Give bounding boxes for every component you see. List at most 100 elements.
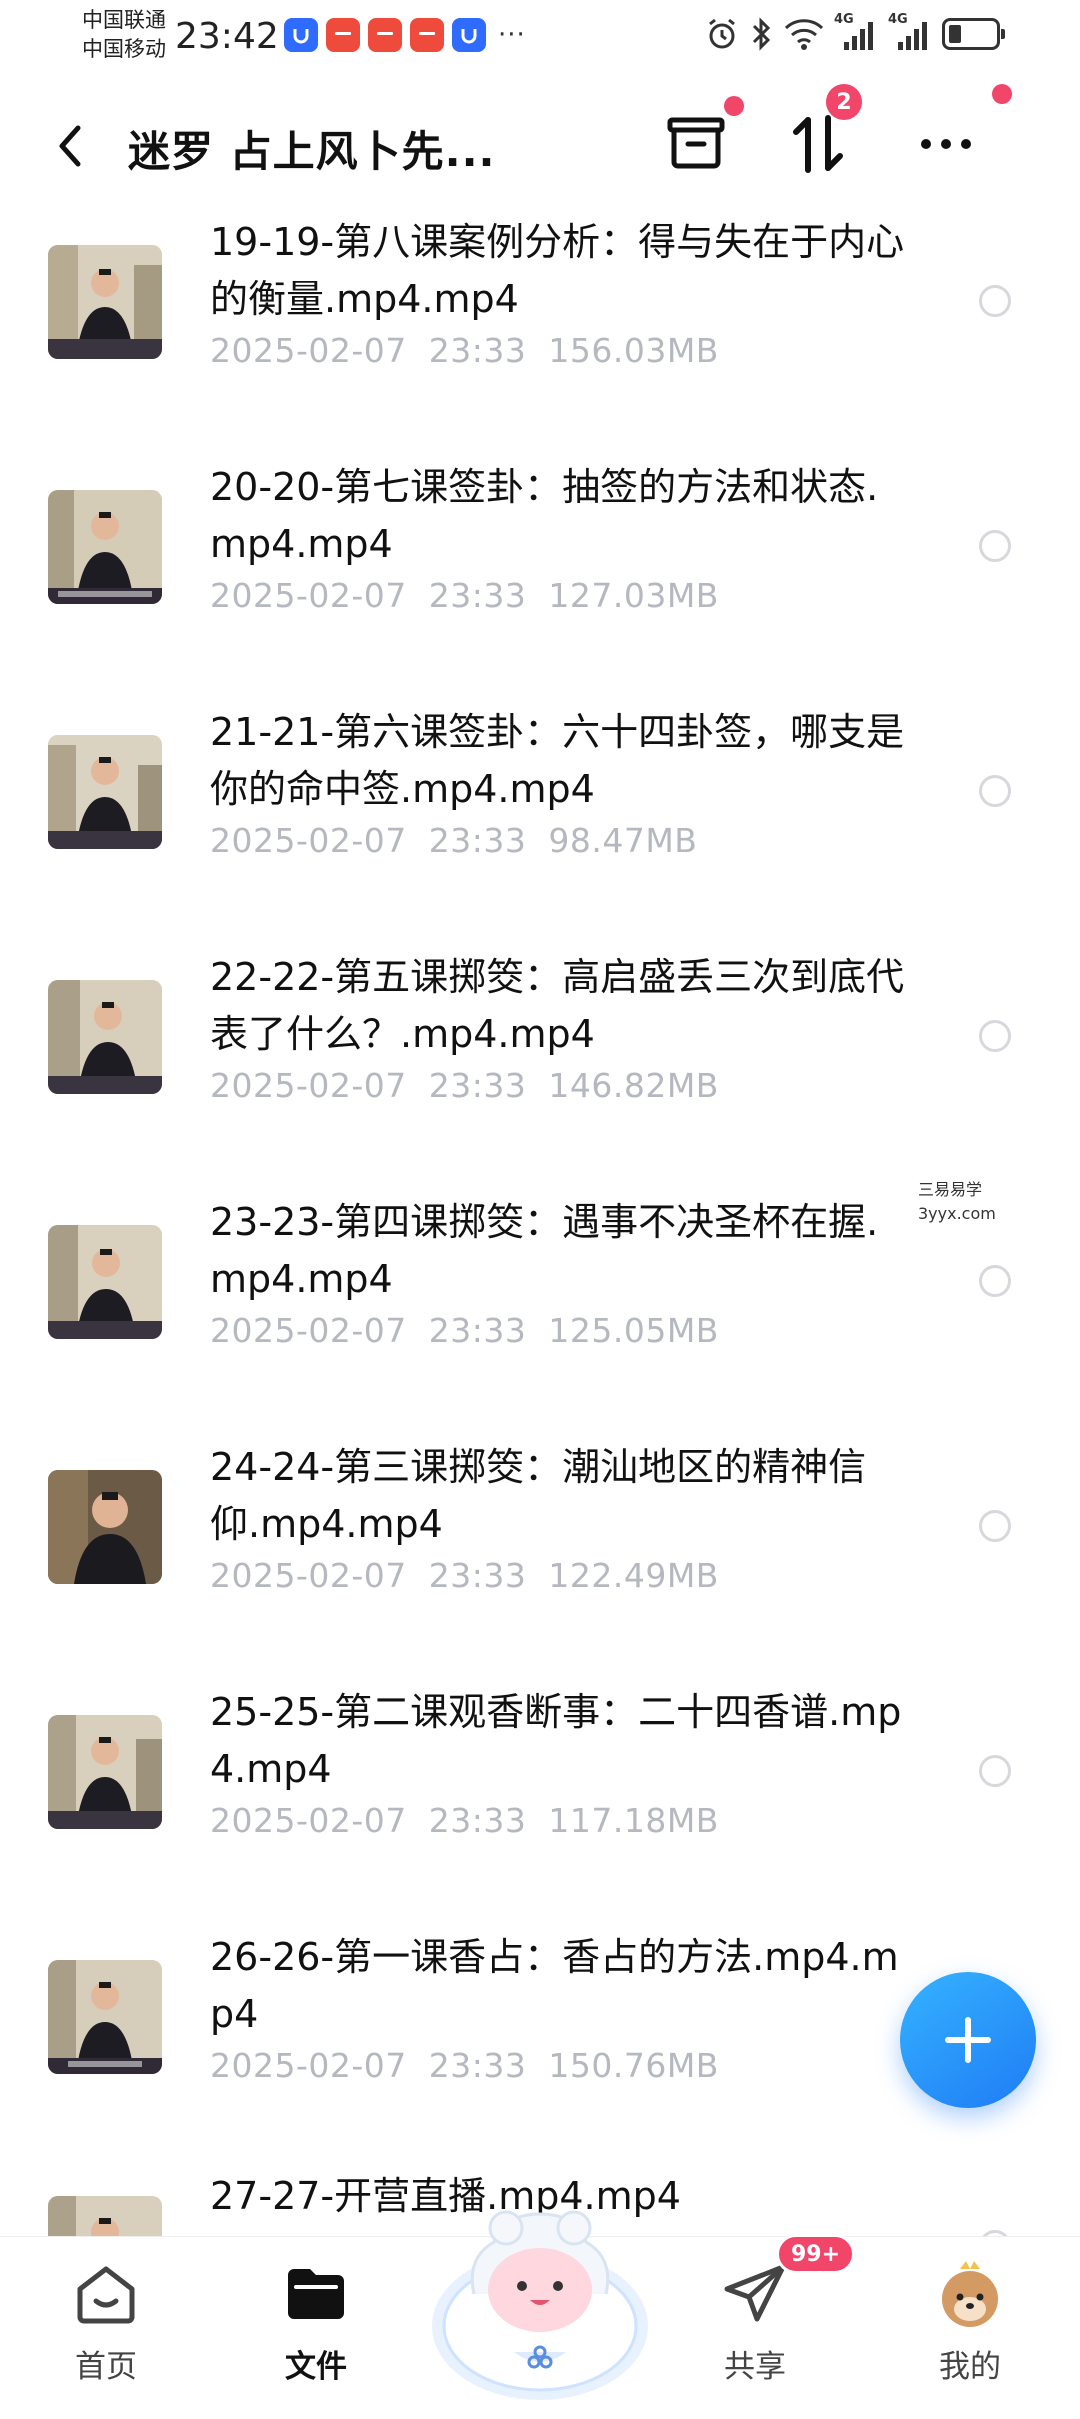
notification-dot <box>724 96 744 116</box>
app-notification-icon <box>452 18 486 52</box>
file-meta: 2025-02-07 23:33 156.03MB <box>210 331 719 370</box>
video-thumbnail <box>48 980 162 1094</box>
watermark-line2: 3yyx.com <box>918 1204 996 1223</box>
file-name: 20-20-第七课签卦：抽签的方法和状态.mp4.mp4 <box>210 465 879 566</box>
file-name: 23-23-第四课掷筊：遇事不决圣杯在握.mp4.mp4 <box>210 1200 879 1301</box>
notification-icons: ··· <box>284 18 526 52</box>
file-date: 2025-02-07 <box>210 2046 407 2085</box>
paper-plane-icon <box>724 2264 786 2322</box>
file-date: 2025-02-07 <box>210 1801 407 1840</box>
file-name: 21-21-第六课签卦：六十四卦签，哪支是你的命中签.mp4.mp4 <box>210 710 905 811</box>
more-dots-icon <box>921 139 971 149</box>
file-meta: 2025-02-07 23:33 146.82MB <box>210 1066 719 1105</box>
carrier-info: 中国联通 中国移动 <box>82 6 166 64</box>
file-size: 146.82MB <box>548 1066 719 1105</box>
profile-avatar-icon <box>942 2261 998 2327</box>
mascot-icon <box>432 2210 648 2400</box>
nav-home-label: 首页 <box>75 2349 137 2385</box>
watermark: 三易易学 3yyx.com <box>918 1178 996 1226</box>
file-date: 2025-02-07 <box>210 576 407 615</box>
notification-dot <box>992 84 1012 104</box>
file-size: 156.03MB <box>548 331 719 370</box>
file-time: 23:33 <box>428 2046 527 2085</box>
more-notifications-icon: ··· <box>498 20 526 50</box>
file-size: 98.47MB <box>548 821 698 860</box>
watermark-line1: 三易易学 <box>918 1180 983 1199</box>
select-radio[interactable] <box>979 1510 1011 1542</box>
file-time: 23:33 <box>428 1066 527 1105</box>
bluetooth-icon <box>752 17 771 51</box>
cell-signal-icon: 4G <box>888 12 932 52</box>
nav-share-label: 共享 <box>724 2349 786 2385</box>
system-icons: 4G 4G <box>704 12 1005 52</box>
share-badge: 99+ <box>776 2234 856 2274</box>
file-name: 25-25-第二课观香断事：二十四香谱.mp4.mp4 <box>210 1690 902 1791</box>
select-radio[interactable] <box>979 1755 1011 1787</box>
file-size: 150.76MB <box>548 2046 719 2085</box>
back-arrow-icon[interactable] <box>48 114 92 178</box>
app-notification-icon <box>284 18 318 52</box>
plus-icon <box>945 2017 991 2063</box>
file-size: 127.03MB <box>548 576 719 615</box>
carrier-2: 中国移动 <box>82 37 166 61</box>
file-time: 23:33 <box>428 1801 527 1840</box>
file-size: 117.18MB <box>548 1801 719 1840</box>
file-meta: 2025-02-07 23:33 122.49MB <box>210 1556 719 1595</box>
folder-title: 迷罗 占上风卜先... <box>128 127 496 176</box>
file-meta: 2025-02-07 23:33 98.47MB <box>210 821 697 860</box>
file-item[interactable]: 20-20-第七课签卦：抽签的方法和状态.mp4.mp4 2025-02-07 … <box>0 459 1080 704</box>
file-size: 122.49MB <box>548 1556 719 1595</box>
select-radio[interactable] <box>979 1265 1011 1297</box>
add-button[interactable] <box>900 1972 1036 2108</box>
file-meta: 2025-02-07 23:33 127.03MB <box>210 576 719 615</box>
carrier-1: 中国联通 <box>82 8 166 32</box>
file-name: 19-19-第八课案例分析：得与失在于内心的衡量.mp4.mp4 <box>210 220 905 321</box>
file-date: 2025-02-07 <box>210 1556 407 1595</box>
file-time: 23:33 <box>428 1311 527 1350</box>
nav-mine[interactable]: 我的 <box>900 2237 1040 2401</box>
nav-mine-label: 我的 <box>939 2349 1001 2385</box>
video-thumbnail <box>48 1960 162 2074</box>
file-size: 125.05MB <box>548 1311 719 1350</box>
archive-box-icon <box>667 117 725 169</box>
video-thumbnail <box>48 1470 162 1584</box>
file-time: 23:33 <box>428 331 527 370</box>
file-meta: 2025-02-07 23:33 125.05MB <box>210 1311 719 1350</box>
alarm-icon <box>709 18 735 49</box>
nav-files[interactable]: 文件 <box>246 2237 386 2401</box>
file-name: 26-26-第一课香占：香占的方法.mp4.mp4 <box>210 1935 899 2036</box>
status-bar: 中国联通 中国移动 23:42 ··· 4G 4G <box>0 0 1080 74</box>
select-radio[interactable] <box>979 775 1011 807</box>
more-options-button[interactable] <box>910 108 982 180</box>
file-date: 2025-02-07 <box>210 821 407 860</box>
file-name: 24-24-第三课掷筊：潮汕地区的精神信仰.mp4.mp4 <box>210 1445 867 1546</box>
file-date: 2025-02-07 <box>210 1066 407 1105</box>
shopping-notification-icon <box>410 18 444 52</box>
file-item[interactable]: 23-23-第四课掷筊：遇事不决圣杯在握.mp4.mp4 2025-02-07 … <box>0 1194 1080 1439</box>
select-radio[interactable] <box>979 1020 1011 1052</box>
video-thumbnail <box>48 1715 162 1829</box>
file-item[interactable]: 21-21-第六课签卦：六十四卦签，哪支是你的命中签.mp4.mp4 2025-… <box>0 704 1080 949</box>
file-name: 22-22-第五课掷筊：高启盛丢三次到底代表了什么？.mp4.mp4 <box>210 955 905 1056</box>
file-item[interactable]: 22-22-第五课掷筊：高启盛丢三次到底代表了什么？.mp4.mp4 2025-… <box>0 949 1080 1194</box>
mascot-assistant-button[interactable] <box>426 2176 654 2400</box>
shopping-notification-icon <box>368 18 402 52</box>
file-time: 23:33 <box>428 576 527 615</box>
status-time: 23:42 <box>175 16 279 57</box>
select-radio[interactable] <box>979 530 1011 562</box>
nav-files-label: 文件 <box>285 2349 347 2385</box>
nav-home[interactable]: 首页 <box>36 2237 176 2401</box>
file-meta: 2025-02-07 23:33 117.18MB <box>210 1801 719 1840</box>
file-item[interactable]: 25-25-第二课观香断事：二十四香谱.mp4.mp4 2025-02-07 2… <box>0 1684 1080 1929</box>
video-thumbnail <box>48 1225 162 1339</box>
file-item[interactable]: 24-24-第三课掷筊：潮汕地区的精神信仰.mp4.mp4 2025-02-07… <box>0 1439 1080 1684</box>
file-item[interactable]: 19-19-第八课案例分析：得与失在于内心的衡量.mp4.mp4 2025-02… <box>0 214 1080 459</box>
file-time: 23:33 <box>428 821 527 860</box>
home-icon <box>77 2266 135 2324</box>
battery-icon <box>942 18 1005 50</box>
cell-signal-icon: 4G <box>834 12 878 52</box>
archive-button[interactable] <box>660 108 732 180</box>
wifi-icon <box>784 19 824 50</box>
select-radio[interactable] <box>979 285 1011 317</box>
top-app-bar: 迷罗 占上风卜先... 2 <box>0 74 1080 214</box>
